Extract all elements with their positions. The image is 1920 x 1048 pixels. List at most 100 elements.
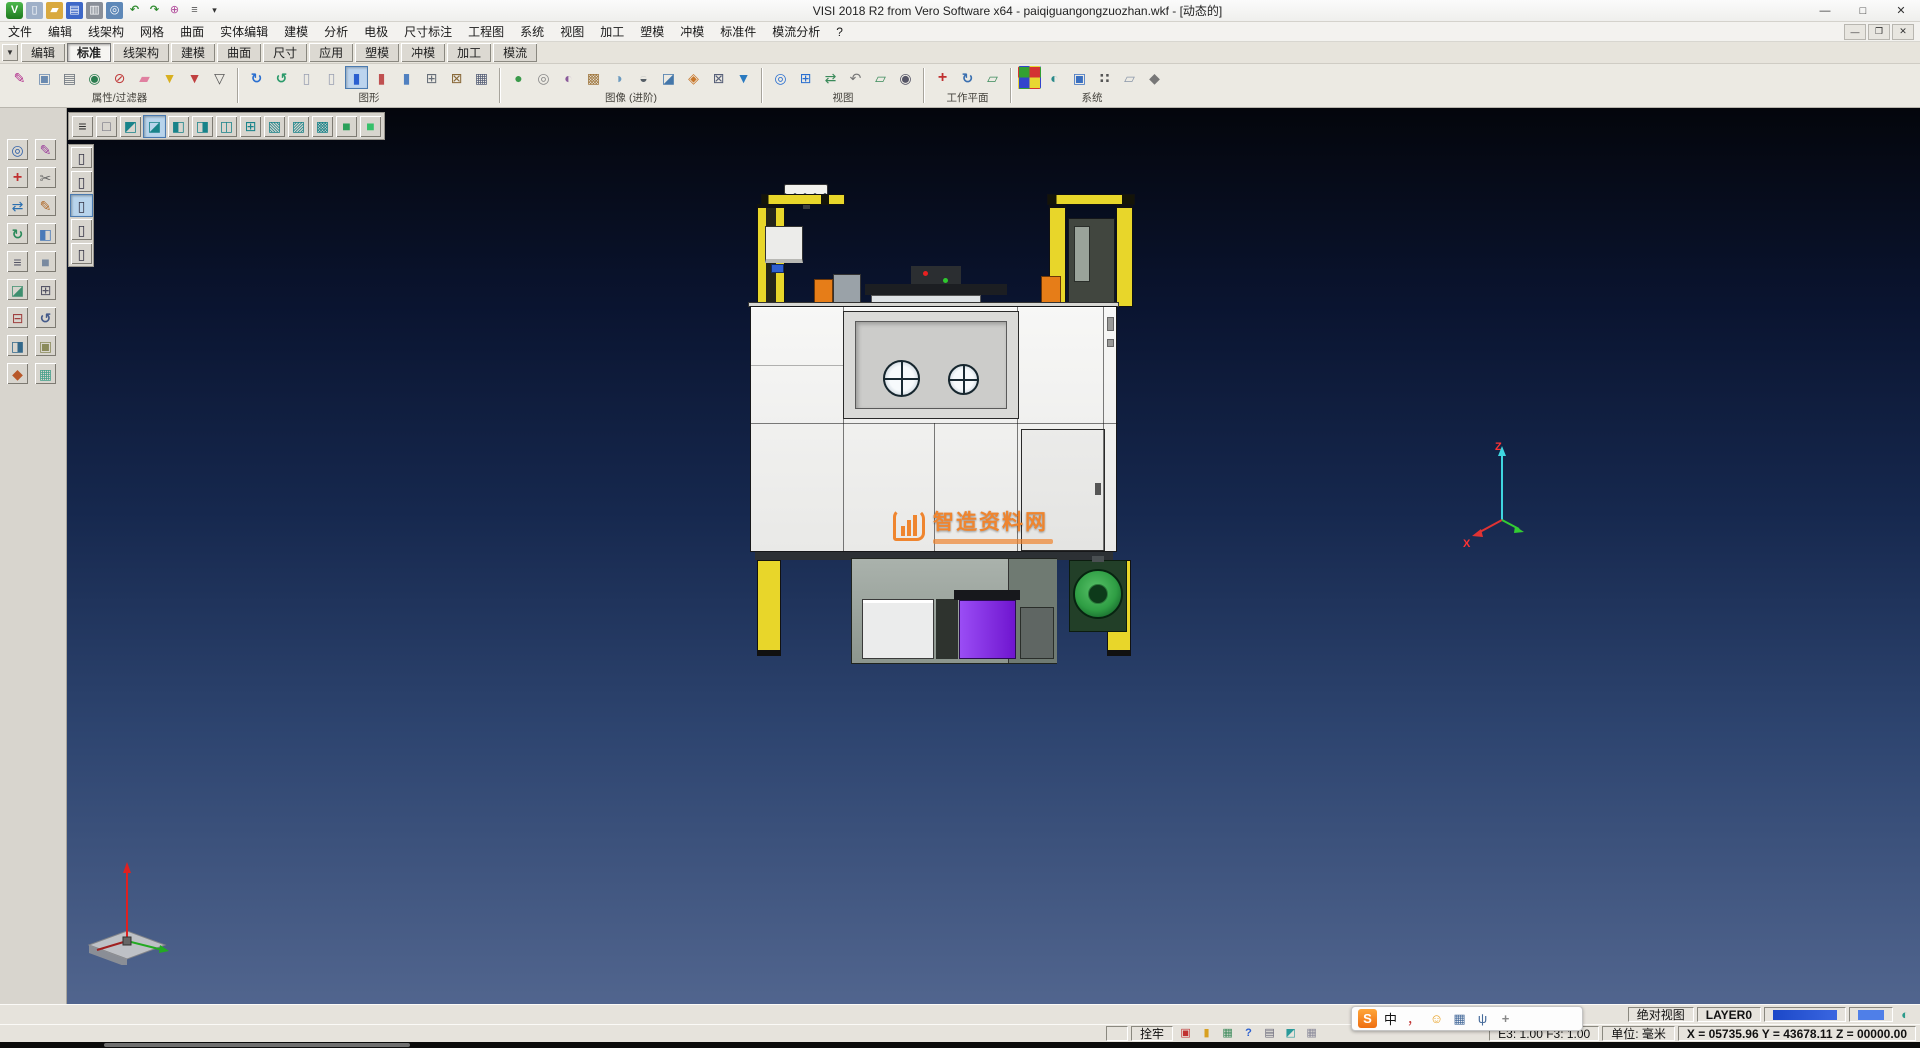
axonometric-view-icon[interactable]: ▩ [311, 115, 334, 138]
menu-item[interactable]: 实体编辑 [212, 22, 276, 41]
modify-icon[interactable]: ✎ [34, 194, 57, 217]
toolbar-tab[interactable]: 线架构 [113, 43, 169, 62]
front-view-icon[interactable]: ◧ [167, 115, 190, 138]
pan-view-icon[interactable]: ⇄ [819, 66, 842, 89]
menu-item[interactable]: ? [828, 22, 851, 41]
link-entities-icon[interactable]: ◉ [83, 66, 106, 89]
ime-settings-icon[interactable]: + [1496, 1009, 1515, 1028]
menu-item[interactable]: 线架构 [80, 22, 132, 41]
link-icon[interactable]: ⊕ [166, 2, 183, 19]
print-preview-icon[interactable]: ◎ [106, 2, 123, 19]
shadow-render-icon[interactable]: ◒ [632, 66, 655, 89]
toolbar-tab[interactable]: 塑模 [355, 43, 399, 62]
mirror-icon[interactable]: ◧ [34, 222, 57, 245]
layer-color-bar[interactable] [1764, 1007, 1846, 1022]
transparency-icon[interactable]: ◑ [607, 66, 630, 89]
toolbar-tab[interactable]: 建模 [171, 43, 215, 62]
mdi-close-button[interactable]: ✕ [1892, 24, 1914, 40]
menu-item[interactable]: 编辑 [40, 22, 80, 41]
ime-emoji-icon[interactable]: ☺ [1427, 1009, 1446, 1028]
mdi-restore-button[interactable]: ❐ [1868, 24, 1890, 40]
render-filter-icon[interactable]: ▼ [732, 66, 755, 89]
ime-mic-icon[interactable]: ψ [1473, 1009, 1492, 1028]
workplane-set-icon[interactable]: + [931, 66, 954, 89]
system-plane-icon[interactable]: ▱ [1118, 66, 1141, 89]
toolbar-tab[interactable]: 尺寸 [263, 43, 307, 62]
edit-attributes-icon[interactable]: ✎ [8, 66, 31, 89]
right-view-icon[interactable]: ⊞ [239, 115, 262, 138]
view-properties-icon[interactable]: ▮ [395, 66, 418, 89]
toolbar-tab[interactable]: 冲模 [401, 43, 445, 62]
ime-keyboard-icon[interactable]: ▦ [1450, 1009, 1469, 1028]
toolbar-tab[interactable]: 编辑 [21, 43, 65, 62]
plane-view-icon[interactable]: ▱ [869, 66, 892, 89]
menu-item[interactable]: 电极 [356, 22, 396, 41]
workplane-rotate-icon[interactable]: ↻ [956, 66, 979, 89]
view-options-icon[interactable]: ◉ [894, 66, 917, 89]
trim-icon[interactable]: ✂ [34, 166, 57, 189]
workplane-align-icon[interactable]: ▱ [981, 66, 1004, 89]
world-icon[interactable]: ◐ [1043, 66, 1066, 89]
menu-item[interactable]: 塑模 [632, 22, 672, 41]
menu-item[interactable]: 尺寸标注 [396, 22, 460, 41]
menu-item[interactable]: 冲模 [672, 22, 712, 41]
iso-view-icon[interactable]: ◩ [119, 115, 142, 138]
list-status-icon[interactable]: ▤ [1260, 1026, 1279, 1042]
mdi-minimize-button[interactable]: — [1844, 24, 1866, 40]
sketch-icon[interactable]: ✎ [34, 138, 57, 161]
copy-icon[interactable]: ▣ [34, 334, 57, 357]
ime-mode-chinese[interactable]: 中 [1381, 1009, 1400, 1028]
zoom-select-icon[interactable]: ◎ [6, 138, 29, 161]
shading-icon[interactable]: ◨ [6, 334, 29, 357]
history-panel-icon[interactable]: ▯ [70, 170, 93, 193]
menu-item[interactable]: 工程图 [460, 22, 512, 41]
ime-punctuation-icon[interactable]: ， [1404, 1009, 1423, 1028]
menu-item[interactable]: 建模 [276, 22, 316, 41]
solids-icon[interactable]: ■ [34, 250, 57, 273]
ime-toolbar[interactable]: S中，☺▦ψ+ [1351, 1006, 1583, 1031]
taskbar[interactable] [0, 1042, 1920, 1048]
redraw-icon[interactable]: ↻ [245, 66, 268, 89]
cube-status-icon[interactable]: ◩ [1281, 1026, 1300, 1042]
filter-panel-icon[interactable]: ▯ [70, 146, 93, 169]
menu-item[interactable]: 网格 [132, 22, 172, 41]
swatch-icon[interactable]: ▦ [34, 362, 57, 385]
view-page-copy-icon[interactable]: ▯ [320, 66, 343, 89]
zoom-window-icon[interactable]: ⊞ [794, 66, 817, 89]
active-view-icon[interactable]: ▮ [345, 66, 368, 89]
globe-status-icon[interactable]: ◐ [1896, 1007, 1914, 1023]
zoom-all-icon[interactable]: ◎ [769, 66, 792, 89]
axes-icon[interactable]: + [6, 166, 29, 189]
layers-icon[interactable]: ≡ [6, 250, 29, 273]
transform-icon[interactable]: ⇄ [6, 194, 29, 217]
regenerate-icon[interactable]: ↺ [270, 66, 293, 89]
toolbar-tab[interactable]: 标准 [67, 43, 111, 62]
wireframe-render-icon[interactable]: ◎ [532, 66, 555, 89]
maximize-button[interactable]: □ [1844, 0, 1882, 21]
surfaces-icon[interactable]: ◪ [6, 278, 29, 301]
toolbar-tab[interactable]: 加工 [447, 43, 491, 62]
bottom-view-icon[interactable]: ▨ [287, 115, 310, 138]
wire-box-icon[interactable]: ⊞ [34, 278, 57, 301]
snap-lock-field[interactable]: 拴牢 [1131, 1026, 1173, 1041]
layer-field[interactable]: LAYER0 [1697, 1007, 1761, 1022]
view-page-icon[interactable]: ▯ [295, 66, 318, 89]
fill-color-icon[interactable]: ◆ [6, 362, 29, 385]
redo-icon[interactable]: ↷ [146, 2, 163, 19]
clip-plane-icon[interactable]: ⊠ [707, 66, 730, 89]
properties-panel-icon[interactable]: ▯ [70, 242, 93, 265]
filter-reset-icon[interactable]: ▽ [208, 66, 231, 89]
menu-item[interactable]: 加工 [592, 22, 632, 41]
toolbar-tab[interactable]: 模流 [493, 43, 537, 62]
view-list-icon[interactable]: ≡ [71, 115, 94, 138]
section-view-icon[interactable]: ◪ [657, 66, 680, 89]
snapshot-icon[interactable]: ▣ [1068, 66, 1091, 89]
render-cube-icon[interactable]: ■ [359, 115, 382, 138]
box-wireframe-icon[interactable]: ⊠ [445, 66, 468, 89]
hidden-line-icon[interactable]: ◐ [557, 66, 580, 89]
grid-box-icon[interactable]: ▦ [470, 66, 493, 89]
rotate-icon[interactable]: ↻ [6, 222, 29, 245]
shaded-render-icon[interactable]: ● [507, 66, 530, 89]
open-file-icon[interactable]: ▰ [46, 2, 63, 19]
sogou-logo-icon[interactable]: S [1358, 1009, 1377, 1028]
